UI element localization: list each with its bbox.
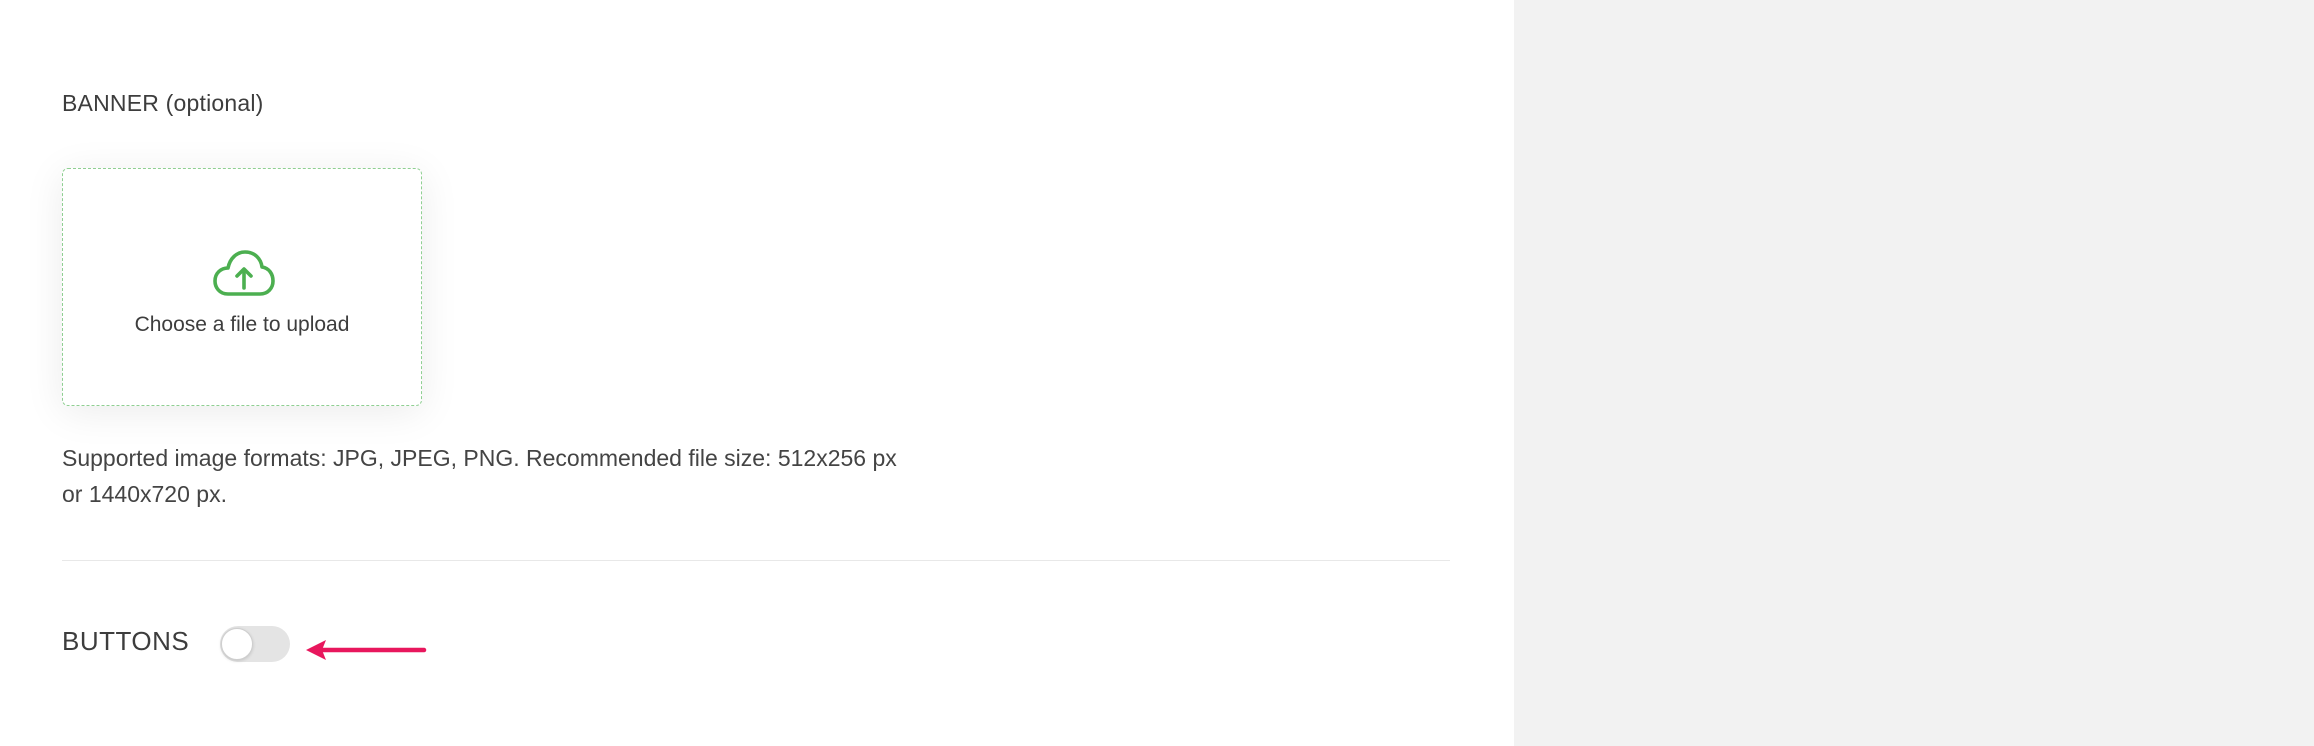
side-panel (1514, 0, 2314, 746)
annotation-arrow-icon (306, 640, 427, 660)
banner-upload-dropzone[interactable]: Choose a file to upload (62, 168, 422, 406)
buttons-toggle[interactable] (220, 626, 290, 662)
page: BANNER (optional) Choose a file to uploa… (0, 0, 2314, 746)
upload-prompt-text: Choose a file to upload (134, 313, 350, 336)
cloud-upload-icon (213, 250, 275, 296)
main-content: BANNER (optional) Choose a file to uploa… (0, 0, 1514, 746)
toggle-knob (221, 628, 253, 660)
buttons-section-label: BUTTONS (62, 626, 190, 656)
section-divider (62, 560, 1450, 561)
supported-formats-line-1: Supported image formats: JPG, JPEG, PNG.… (62, 445, 897, 471)
supported-formats-line-2: or 1440x720 px. (62, 481, 227, 507)
banner-label: BANNER (optional) (62, 90, 264, 116)
supported-formats-note: Supported image formats: JPG, JPEG, PNG.… (62, 440, 942, 512)
